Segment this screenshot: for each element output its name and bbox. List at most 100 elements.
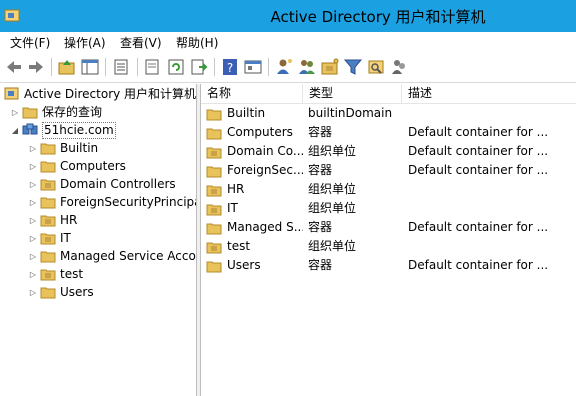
cell-name: Computers xyxy=(206,123,303,142)
tree-item-it[interactable]: ▷ IT xyxy=(28,229,71,247)
item-name: Computers xyxy=(227,125,293,139)
list-item[interactable]: HR 组织单位 xyxy=(201,180,576,199)
forward-icon[interactable] xyxy=(26,57,46,77)
item-description: Default container for ... xyxy=(408,163,549,177)
folder-icon xyxy=(206,107,222,121)
list-pane[interactable]: 名称 类型 描述 Builtin builtinDomain Computers 容器… xyxy=(201,84,576,396)
column-header-type[interactable]: 类型 xyxy=(303,84,402,104)
item-type: 组织单位 xyxy=(308,239,357,253)
item-description xyxy=(408,199,576,218)
tree-item-label: HR xyxy=(60,213,78,227)
list-item[interactable]: Users 容器 Default container for ... xyxy=(201,256,576,275)
collapse-icon[interactable]: ◢ xyxy=(10,121,20,139)
tree-item-label: Builtin xyxy=(60,141,99,155)
tree-item-label: 保存的查询 xyxy=(42,105,103,119)
tree-item-managed-service-accounts[interactable]: ▷ Managed Service Acco xyxy=(28,247,196,265)
tree-item-computers[interactable]: ▷ Computers xyxy=(28,157,126,175)
cell-name: test xyxy=(206,237,303,256)
item-name: Users xyxy=(227,258,261,272)
expand-icon[interactable]: ▷ xyxy=(28,247,38,265)
tree-item-domain[interactable]: ◢ 51hcie.com xyxy=(10,121,116,139)
item-name: Domain Co... xyxy=(227,144,303,158)
item-type: 组织单位 xyxy=(308,182,357,196)
menu-action[interactable]: 操作(A) xyxy=(64,34,106,51)
back-icon[interactable] xyxy=(4,57,24,77)
ou-folder-icon xyxy=(40,267,56,281)
tree-item-domain-controllers[interactable]: ▷ Domain Controllers xyxy=(28,175,176,193)
list-item[interactable]: ForeignSec... 容器 Default container for ... xyxy=(201,161,576,180)
expand-icon[interactable]: ▷ xyxy=(28,265,38,283)
item-type: 容器 xyxy=(308,163,333,177)
list-item[interactable]: Managed S... 容器 Default container for ... xyxy=(201,218,576,237)
tree-item-label: IT xyxy=(60,231,71,245)
export-list-icon[interactable] xyxy=(189,57,209,77)
expand-icon[interactable]: ▷ xyxy=(28,229,38,247)
list-item[interactable]: Domain Co... 组织单位 Default container for ..… xyxy=(201,142,576,161)
expand-icon[interactable]: ▷ xyxy=(28,139,38,157)
new-ou-icon[interactable] xyxy=(320,57,340,77)
expand-icon[interactable]: ▷ xyxy=(10,103,20,121)
list-item[interactable]: test 组织单位 xyxy=(201,237,576,256)
up-folder-icon[interactable] xyxy=(57,57,77,77)
tree-pane[interactable]: Active Directory 用户和计算机 ▷ 保存的查询 ◢ 51hcie… xyxy=(0,84,196,396)
item-type: 容器 xyxy=(308,220,333,234)
folder-icon xyxy=(40,141,56,155)
title-bar[interactable]: Active Directory 用户和计算机 xyxy=(0,0,576,32)
folder-icon xyxy=(206,259,222,273)
show-tree-icon[interactable] xyxy=(80,57,100,77)
tree-root[interactable]: Active Directory 用户和计算机 xyxy=(4,85,196,103)
item-type: 容器 xyxy=(308,125,333,139)
expand-icon[interactable]: ▷ xyxy=(28,283,38,301)
tree-item-label: Domain Controllers xyxy=(60,177,176,191)
item-type: 组织单位 xyxy=(308,144,357,158)
ou-folder-icon xyxy=(206,240,222,254)
expand-icon[interactable]: ▷ xyxy=(28,211,38,229)
expand-icon[interactable]: ▷ xyxy=(28,175,38,193)
find-icon[interactable] xyxy=(366,57,386,77)
new-user-icon[interactable] xyxy=(274,57,294,77)
cell-name: Builtin xyxy=(206,104,303,123)
folder-icon xyxy=(40,159,56,173)
column-header-name[interactable]: 名称 xyxy=(201,84,303,104)
tree-item-foreign-security-principals[interactable]: ▷ ForeignSecurityPrincipa xyxy=(28,193,196,211)
item-name: Builtin xyxy=(227,106,266,120)
domain-icon xyxy=(22,123,38,137)
svg-text:?: ? xyxy=(227,61,233,75)
refresh-icon[interactable] xyxy=(166,57,186,77)
add-to-group-icon[interactable] xyxy=(389,57,409,77)
item-name: ForeignSec... xyxy=(227,163,303,177)
tree-item-builtin[interactable]: ▷ Builtin xyxy=(28,139,98,157)
item-description: Default container for ... xyxy=(408,258,549,272)
ou-folder-icon xyxy=(206,202,222,216)
tree-item-users[interactable]: ▷ Users xyxy=(28,283,94,301)
tree-item-label: Users xyxy=(60,285,94,299)
tree-item-saved-queries[interactable]: ▷ 保存的查询 xyxy=(10,103,102,121)
ad-console-icon xyxy=(4,87,20,101)
item-name: HR xyxy=(227,182,245,196)
expand-icon[interactable]: ▷ xyxy=(28,193,38,211)
window-title: Active Directory 用户和计算机 xyxy=(270,8,486,26)
cell-name: HR xyxy=(206,180,303,199)
list-item[interactable]: IT 组织单位 xyxy=(201,199,576,218)
help-icon[interactable]: ? xyxy=(220,57,240,77)
tree-item-label: Computers xyxy=(60,159,126,173)
filter-icon[interactable] xyxy=(343,57,363,77)
menu-help[interactable]: 帮助(H) xyxy=(176,34,218,51)
item-description xyxy=(408,104,576,123)
tree-item-hr[interactable]: ▷ HR xyxy=(28,211,77,229)
list-item[interactable]: Computers 容器 Default container for ... xyxy=(201,123,576,142)
menu-view[interactable]: 查看(V) xyxy=(120,34,162,51)
expand-icon[interactable]: ▷ xyxy=(28,157,38,175)
item-name: test xyxy=(227,239,251,253)
menu-file[interactable]: 文件(F) xyxy=(10,34,50,51)
view-icon[interactable] xyxy=(243,57,263,77)
list-item[interactable]: Builtin builtinDomain xyxy=(201,104,576,123)
tree-item-test[interactable]: ▷ test xyxy=(28,265,83,283)
properties-icon[interactable] xyxy=(142,57,162,77)
column-header-description[interactable]: 描述 xyxy=(402,84,576,104)
copy-icon[interactable] xyxy=(111,57,131,77)
list-header: 名称 类型 描述 xyxy=(201,84,576,104)
tree-root-label: Active Directory 用户和计算机 xyxy=(24,87,196,101)
cell-name: Managed S... xyxy=(206,218,303,237)
new-group-icon[interactable] xyxy=(297,57,317,77)
